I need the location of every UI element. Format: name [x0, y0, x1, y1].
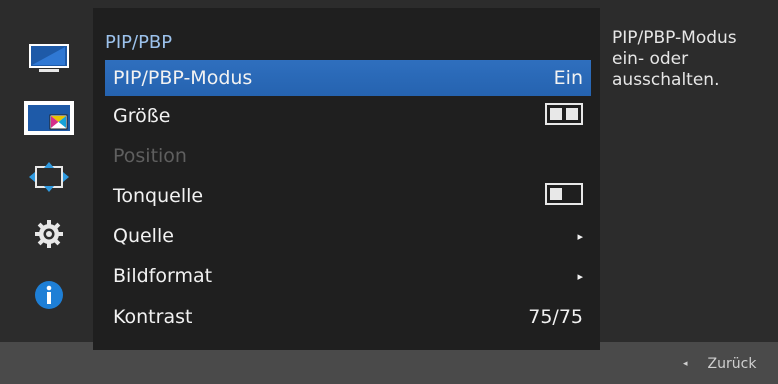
left-arrow-icon: ◂	[683, 359, 688, 369]
menu-item-source[interactable]: Quelle ▸	[105, 218, 591, 254]
sound-source-icon	[545, 182, 583, 210]
menu-item-label: Tonquelle	[113, 185, 204, 207]
menu-title: PIP/PBP	[105, 32, 173, 53]
menu-panel: PIP/PBP PIP/PBP-Modus Ein Größe Position…	[93, 8, 600, 350]
help-description: PIP/PBP-Modus ein- oder ausschalten.	[612, 28, 737, 90]
submenu-arrow-icon: ▸	[577, 229, 583, 243]
monitor-icon[interactable]	[26, 42, 72, 76]
menu-item-contrast[interactable]: Kontrast 75/75	[105, 299, 591, 335]
gear-icon[interactable]	[26, 217, 72, 251]
menu-item-picture-format[interactable]: Bildformat ▸	[105, 258, 591, 294]
menu-item-label: Position	[113, 145, 187, 167]
info-icon[interactable]	[26, 278, 72, 312]
menu-item-value: 75/75	[528, 306, 583, 328]
menu-item-label: PIP/PBP-Modus	[113, 67, 253, 89]
menu-item-label: Kontrast	[113, 306, 193, 328]
pip-icon[interactable]	[24, 101, 74, 135]
menu-item-label: Quelle	[113, 225, 174, 247]
submenu-arrow-icon: ▸	[577, 269, 583, 283]
menu-item-position: Position	[105, 138, 591, 174]
menu-item-pip-pbp-mode[interactable]: PIP/PBP-Modus Ein	[105, 60, 591, 96]
menu-item-value: Ein	[553, 67, 583, 89]
menu-item-size[interactable]: Größe	[105, 98, 591, 134]
back-button[interactable]: ◂ Zurück	[683, 356, 756, 372]
sidebar	[0, 0, 93, 342]
menu-item-sound-source[interactable]: Tonquelle	[105, 178, 591, 214]
menu-item-label: Bildformat	[113, 265, 213, 287]
osd-menu: PIP/PBP PIP/PBP-Modus Ein Größe Position…	[0, 0, 778, 384]
size-pbp-icon	[545, 102, 583, 130]
back-label: Zurück	[707, 356, 757, 372]
move-icon[interactable]	[26, 160, 72, 194]
menu-item-label: Größe	[113, 105, 171, 127]
